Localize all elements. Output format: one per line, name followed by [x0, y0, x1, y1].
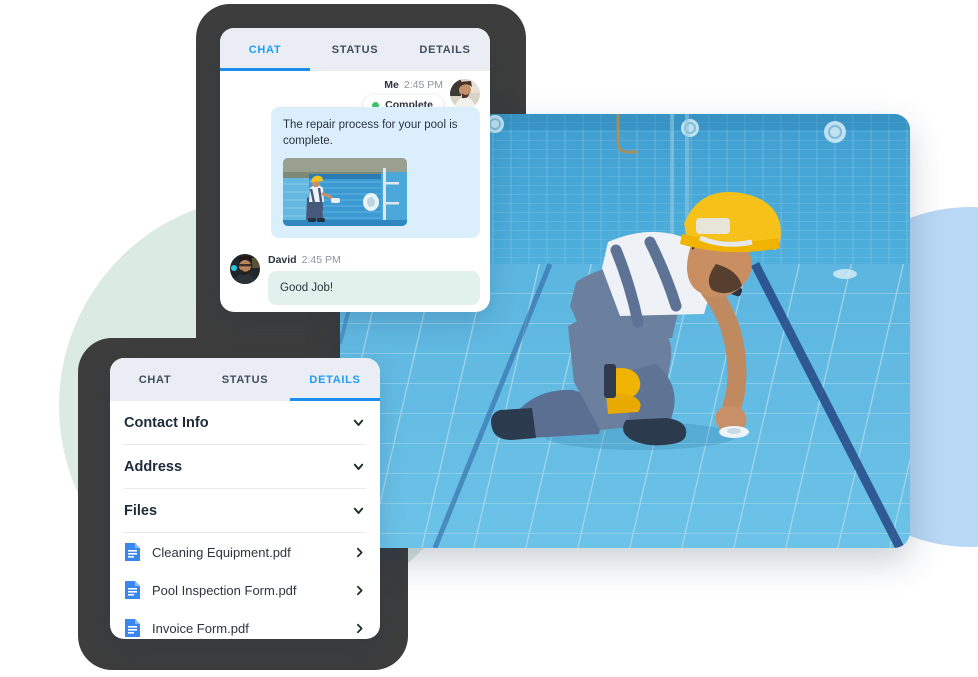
file-row-cleaning-equipment[interactable]: Cleaning Equipment.pdf: [124, 533, 366, 571]
file-row-invoice-form[interactable]: Invoice Form.pdf: [124, 609, 366, 639]
message-incoming: David 2:45 PM Good Job!: [230, 253, 480, 305]
chevron-down-icon[interactable]: [351, 459, 366, 474]
details-tab-details[interactable]: DETAILS: [290, 358, 380, 401]
details-tab-status[interactable]: STATUS: [200, 358, 290, 401]
details-panel-tabbar: CHAT STATUS DETAILS: [110, 358, 380, 401]
tab-chat-label: CHAT: [248, 43, 282, 56]
message-incoming-meta: David 2:45 PM: [268, 254, 480, 266]
chat-panel-tabbar: CHAT STATUS DETAILS: [220, 28, 490, 71]
avatar-david[interactable]: [230, 253, 260, 284]
details-tab-chat[interactable]: CHAT: [110, 358, 200, 401]
chevron-right-icon[interactable]: [353, 584, 366, 597]
message-outgoing-meta: Me 2:45 PM: [384, 79, 443, 91]
pdf-document-icon: [124, 618, 141, 638]
tab-details[interactable]: DETAILS: [400, 28, 490, 71]
chevron-right-icon[interactable]: [353, 546, 366, 559]
file-name-label: Invoice Form.pdf: [152, 620, 249, 636]
chat-panel: CHAT STATUS DETAILS Me 2:45 PM Complete …: [220, 28, 490, 312]
chat-message-list: Me 2:45 PM Complete The repair process f…: [220, 71, 490, 312]
message-outgoing-time: 2:45 PM: [403, 79, 443, 91]
details-tab-details-label: DETAILS: [309, 373, 361, 386]
message-outgoing-text: The repair process for your pool is comp…: [283, 119, 458, 147]
message-incoming-time: 2:45 PM: [301, 253, 341, 266]
chevron-right-icon[interactable]: [353, 622, 366, 635]
message-incoming-text: Good Job!: [280, 281, 334, 294]
section-contact-info[interactable]: Contact Info: [124, 401, 366, 445]
chevron-down-icon[interactable]: [351, 415, 366, 430]
file-name-label: Cleaning Equipment.pdf: [152, 544, 291, 560]
section-files[interactable]: Files: [124, 489, 366, 533]
tab-details-label: DETAILS: [419, 43, 471, 56]
message-outgoing-bubble: The repair process for your pool is comp…: [271, 107, 480, 238]
details-tab-chat-label: CHAT: [138, 373, 172, 386]
details-tab-status-label: STATUS: [221, 373, 269, 386]
message-incoming-bubble: Good Job!: [268, 270, 480, 305]
tab-chat[interactable]: CHAT: [220, 28, 310, 71]
tab-status-label: STATUS: [331, 43, 379, 56]
message-outgoing-sender: Me: [384, 79, 399, 91]
pdf-document-icon: [124, 542, 141, 562]
message-incoming-sender: David: [268, 253, 297, 266]
pdf-document-icon: [124, 580, 141, 600]
details-section-list: Contact Info Address Files Cleaning Equi…: [110, 401, 380, 639]
message-attachment-thumbnail[interactable]: [283, 157, 407, 226]
file-name-label: Pool Inspection Form.pdf: [152, 582, 297, 598]
section-files-label: Files: [124, 502, 158, 519]
section-address[interactable]: Address: [124, 445, 366, 489]
details-panel: CHAT STATUS DETAILS Contact Info Address: [110, 358, 380, 639]
section-contact-info-label: Contact Info: [124, 414, 209, 431]
page-root: CHAT STATUS DETAILS Me 2:45 PM Complete …: [0, 0, 978, 677]
file-row-pool-inspection-form[interactable]: Pool Inspection Form.pdf: [124, 571, 366, 609]
avatar-me[interactable]: [450, 79, 480, 109]
tab-status[interactable]: STATUS: [310, 28, 400, 71]
section-address-label: Address: [124, 458, 183, 475]
chevron-down-icon[interactable]: [351, 503, 366, 518]
